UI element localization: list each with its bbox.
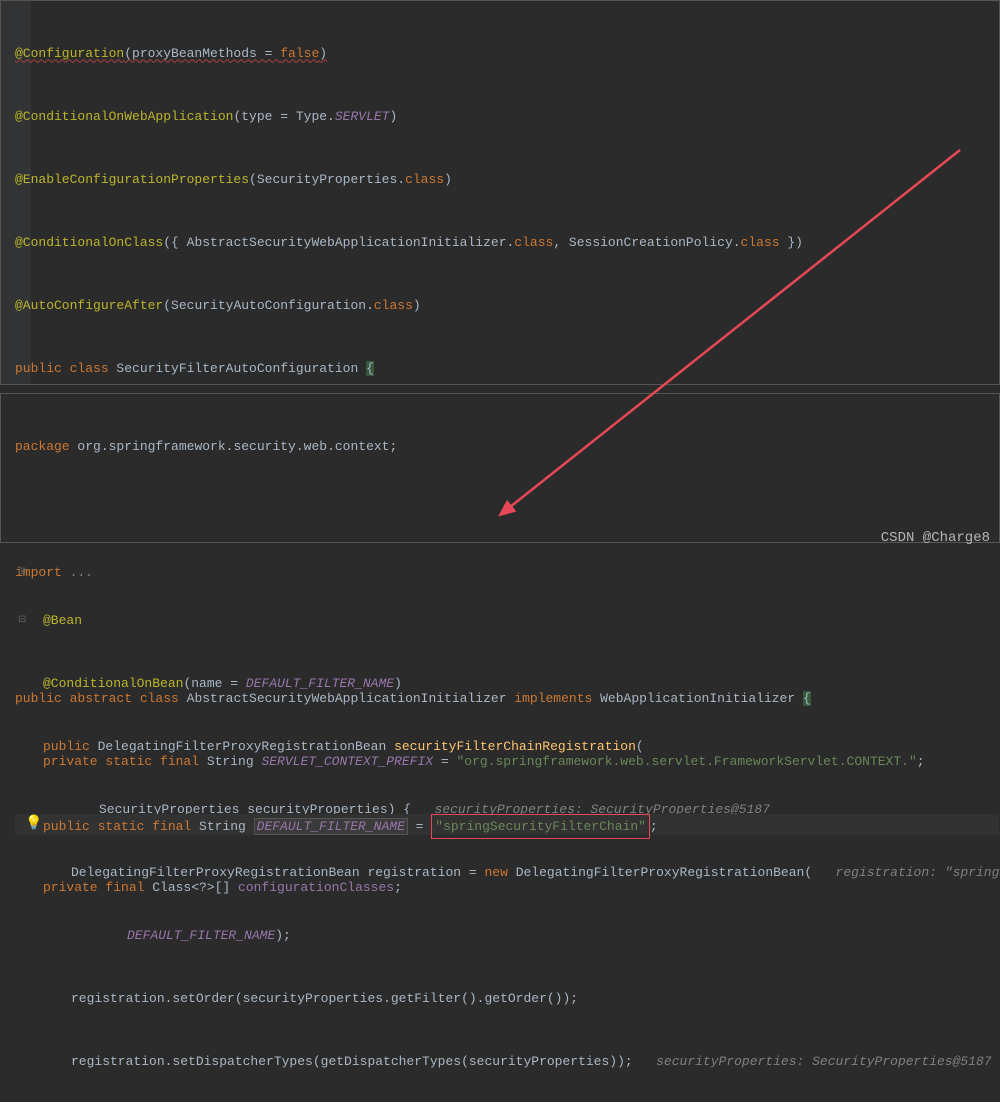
annotation: @EnableConfigurationProperties [15, 172, 249, 187]
fold-icon[interactable]: ⊟ [18, 610, 26, 631]
code-pane-bottom[interactable]: package org.springframework.security.web… [0, 393, 1000, 543]
intention-bulb-icon[interactable]: 💡 [25, 814, 42, 835]
inline-hint: securityProperties: SecurityProperties@5… [656, 1054, 991, 1069]
keyword: package [15, 439, 77, 454]
keyword: private final [43, 880, 152, 895]
keyword: private static final [43, 754, 207, 769]
code-area-bottom[interactable]: package org.springframework.security.web… [1, 394, 999, 940]
current-line: 💡public static final String DEFAULT_FILT… [15, 814, 999, 835]
annotation: @ConditionalOnWebApplication [15, 109, 233, 124]
keyword: public abstract class [15, 691, 187, 706]
fold-icon[interactable]: ⊞ [18, 562, 26, 583]
annotation: @Configuration [15, 46, 124, 61]
red-box-bottom: "springSecurityFilterChain" [431, 814, 650, 839]
annotation: @ConditionalOnClass [15, 235, 163, 250]
annotation: @AutoConfigureAfter [15, 298, 163, 313]
code-pane-top[interactable]: @Configuration(proxyBeanMethods = false)… [0, 0, 1000, 385]
watermark: CSDN @Charge8 [881, 530, 990, 546]
keyword: public class [15, 361, 116, 376]
